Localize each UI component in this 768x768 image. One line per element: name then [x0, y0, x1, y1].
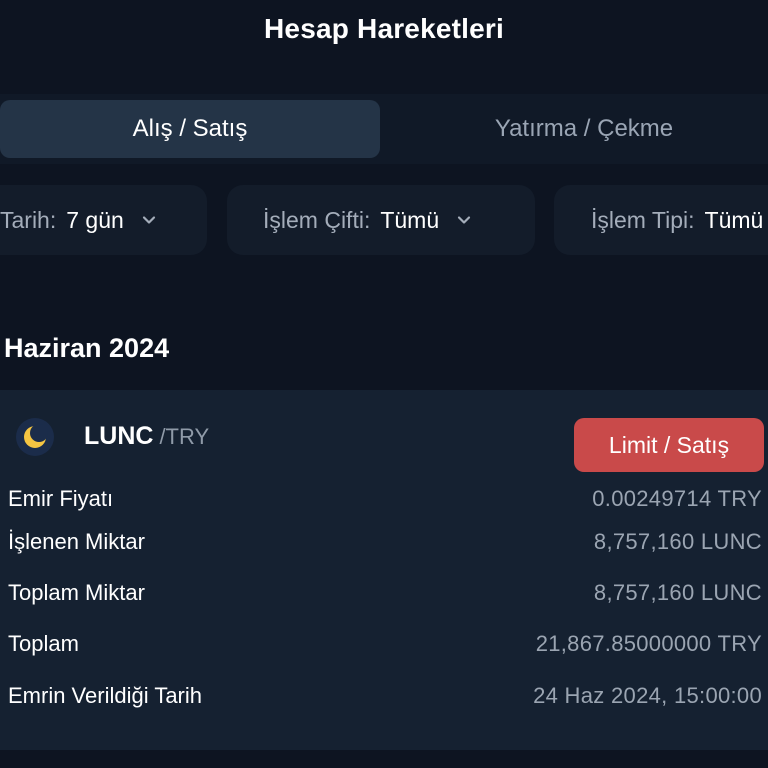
pair-base: LUNC [84, 422, 154, 450]
order-detail-row: Emrin Verildiği Tarih 24 Haz 2024, 15:00… [0, 683, 768, 719]
tab-deposit-withdraw[interactable]: Yatırma / Çekme [380, 100, 768, 158]
row-value: 8,757,160 LUNC [593, 580, 762, 605]
filter-bar: Tarih: 7 gün İşlem Çifti: Tümü İşlem Tip… [0, 185, 768, 255]
row-label: Toplam [8, 631, 79, 656]
tab-buy-sell[interactable]: Alış / Satış [0, 100, 380, 158]
row-value: 24 Haz 2024, 15:00:00 [533, 683, 762, 708]
chevron-down-icon [142, 213, 156, 227]
terra-classic-coin-icon [16, 418, 54, 456]
tab-bar: Alış / Satış Yatırma / Çekme [0, 94, 768, 164]
row-label: Emir Fiyatı [8, 486, 114, 511]
pair-filter-label: İşlem Çifti: [263, 206, 371, 233]
row-label: Emrin Verildiği Tarih [8, 683, 203, 708]
row-value: 0.00249714 TRY [592, 486, 762, 511]
row-value: 8,757,160 LUNC [593, 529, 762, 554]
date-filter-label: Tarih: [0, 206, 57, 233]
order-detail-row: Toplam Miktar 8,757,160 LUNC [0, 580, 768, 616]
row-label: Toplam Miktar [8, 580, 145, 605]
date-filter-value: 7 gün [66, 206, 124, 233]
type-filter-value: Tümü [704, 206, 764, 233]
order-detail-row: Toplam 21,867.85000000 TRY [0, 631, 768, 667]
pair-filter[interactable]: İşlem Çifti: Tümü [227, 185, 535, 255]
chevron-down-icon [457, 213, 471, 227]
row-value: 21,867.85000000 TRY [535, 631, 762, 656]
page-title: Hesap Hareketleri [264, 13, 504, 44]
type-filter[interactable]: İşlem Tipi: Tümü [554, 185, 768, 255]
pair-filter-value: Tümü [380, 206, 440, 233]
trading-pair: LUNC/TRY [84, 422, 209, 451]
order-type-badge: Limit / Satış [574, 418, 764, 472]
type-filter-label: İşlem Tipi: [591, 206, 695, 233]
date-filter[interactable]: Tarih: 7 gün [0, 185, 207, 255]
account-history-screen: Hesap Hareketleri Alış / Satış Yatırma /… [0, 0, 768, 768]
month-heading: Haziran 2024 [4, 333, 170, 363]
order-detail-row: Emir Fiyatı 0.00249714 TRY [0, 486, 768, 522]
row-label: İşlenen Miktar [8, 529, 145, 554]
pair-quote: /TRY [159, 424, 210, 449]
order-detail-row: İşlenen Miktar 8,757,160 LUNC [0, 529, 768, 565]
